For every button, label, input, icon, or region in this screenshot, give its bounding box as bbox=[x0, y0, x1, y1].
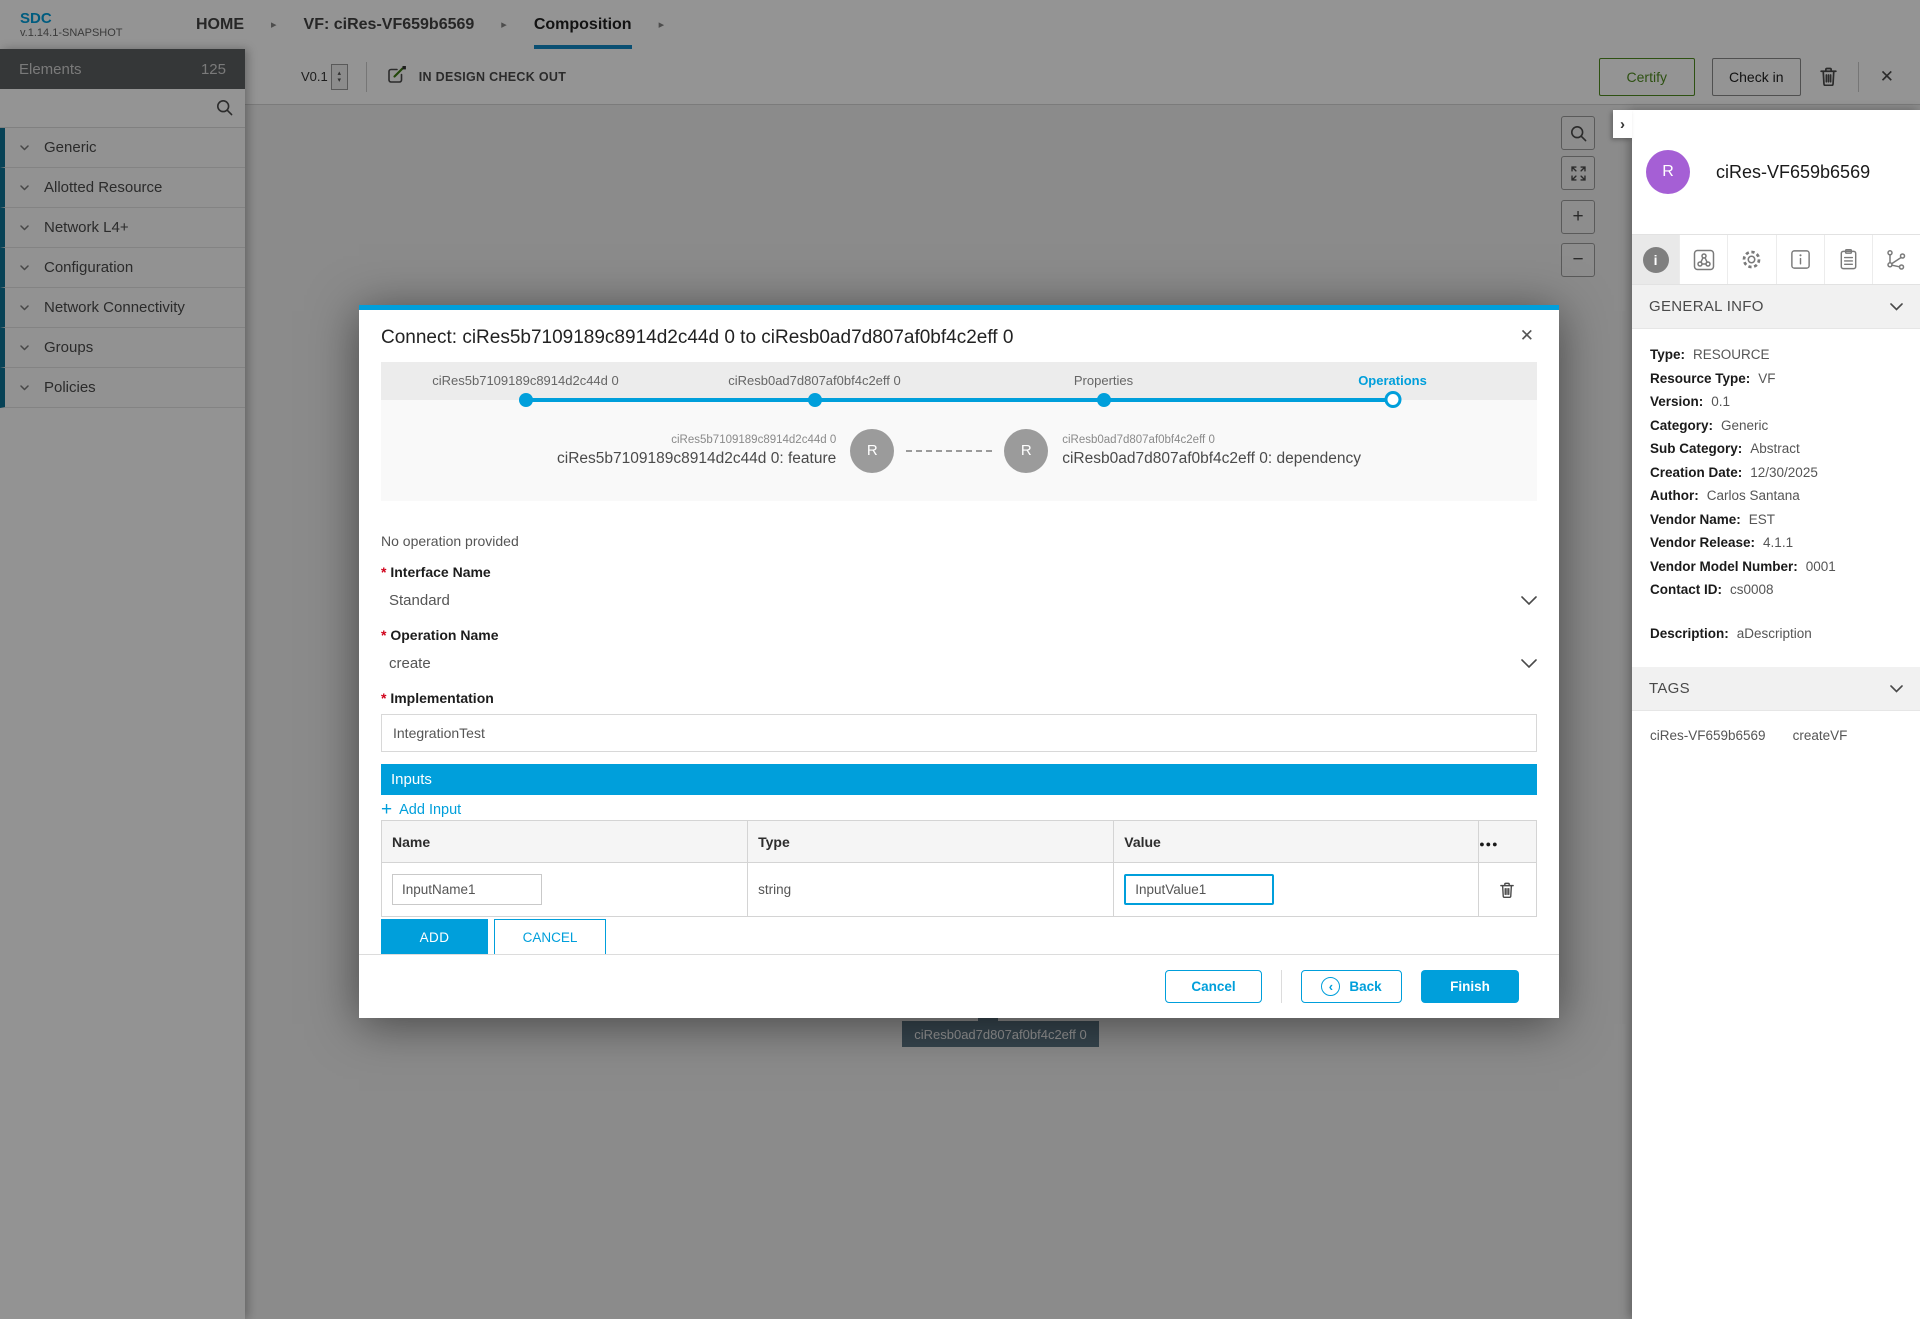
relationship-dashed-line bbox=[906, 450, 992, 452]
source-node-text: ciRes5b7109189c8914d2c44d 0 ciRes5b71091… bbox=[557, 433, 836, 468]
panel-collapse-handle[interactable]: › bbox=[1613, 110, 1632, 138]
chevron-down-icon bbox=[1521, 659, 1537, 668]
step-dot-done bbox=[808, 393, 822, 407]
cancel-row-button[interactable]: CANCEL bbox=[494, 919, 606, 956]
info-field: Version:0.1 bbox=[1650, 390, 1902, 414]
cancel-button[interactable]: Cancel bbox=[1165, 970, 1262, 1003]
general-info-section-header[interactable]: GENERAL INFO bbox=[1632, 285, 1920, 329]
inputs-table-header-row: Name Type Value ●●● bbox=[382, 821, 1537, 863]
finish-button[interactable]: Finish bbox=[1421, 970, 1519, 1003]
implementation-label: Implementation bbox=[381, 690, 1537, 707]
inputs-table: Name Type Value ●●● string bbox=[381, 820, 1537, 917]
composition-icon bbox=[1692, 248, 1716, 272]
clipboard-icon bbox=[1837, 248, 1860, 271]
back-button[interactable]: ‹ Back bbox=[1301, 970, 1402, 1003]
info-field: Contact ID:cs0008 bbox=[1650, 578, 1902, 602]
info-field: Creation Date:12/30/2025 bbox=[1650, 461, 1902, 485]
step-dot-done bbox=[519, 393, 533, 407]
no-operation-text: No operation provided bbox=[381, 533, 1537, 550]
tag-item: ciRes-VF659b6569 bbox=[1650, 728, 1766, 743]
operations-form: No operation provided Interface Name Sta… bbox=[359, 533, 1559, 956]
interface-name-label: Interface Name bbox=[381, 564, 1537, 581]
tab-information[interactable]: i bbox=[1632, 235, 1680, 284]
add-input-button[interactable]: + Add Input bbox=[381, 800, 461, 820]
trash-icon bbox=[1500, 882, 1514, 898]
tags-title: TAGS bbox=[1649, 680, 1690, 697]
tag-item: createVF bbox=[1793, 728, 1848, 743]
input-value-field[interactable] bbox=[1124, 874, 1274, 905]
step-dot-current bbox=[1384, 391, 1401, 408]
operation-name-label: Operation Name bbox=[381, 627, 1537, 644]
modal-close-button[interactable]: ✕ bbox=[1514, 325, 1540, 347]
panel-tabs: i bbox=[1632, 234, 1920, 285]
info-field: Vendor Model Number:0001 bbox=[1650, 555, 1902, 579]
general-info-list: Type:RESOURCE Resource Type:VF Version:0… bbox=[1632, 329, 1920, 645]
panel-header: R ciRes-VF659b6569 bbox=[1632, 110, 1920, 234]
column-header-value: Value bbox=[1114, 821, 1479, 863]
wizard-stepper: ciRes5b7109189c8914d2c44d 0 ciResb0ad7d8… bbox=[381, 362, 1537, 400]
info-field: Category:Generic bbox=[1650, 414, 1902, 438]
avatar: R bbox=[1646, 150, 1690, 194]
chevron-down-icon bbox=[1890, 303, 1903, 311]
menu-dots-icon: ●●● bbox=[1479, 839, 1498, 849]
relationship-diagram: ciRes5b7109189c8914d2c44d 0 ciRes5b71091… bbox=[381, 400, 1537, 501]
info-field: Type:RESOURCE bbox=[1650, 343, 1902, 367]
input-row: string bbox=[382, 863, 1537, 917]
info-field: Vendor Release:4.1.1 bbox=[1650, 531, 1902, 555]
column-header-actions: ●●● bbox=[1479, 821, 1537, 863]
operation-name-select[interactable]: create bbox=[381, 650, 1537, 676]
add-row-button[interactable]: ADD bbox=[381, 919, 488, 956]
plus-icon: + bbox=[381, 802, 392, 818]
info-field: Vendor Name:EST bbox=[1650, 508, 1902, 532]
column-header-name: Name bbox=[382, 821, 748, 863]
step-dot-done bbox=[1097, 393, 1111, 407]
general-info-title: GENERAL INFO bbox=[1649, 298, 1764, 315]
resource-name: ciRes-VF659b6569 bbox=[1716, 162, 1870, 183]
info-field: Resource Type:VF bbox=[1650, 367, 1902, 391]
tab-properties[interactable] bbox=[1777, 235, 1825, 284]
info-field: Author:Carlos Santana bbox=[1650, 484, 1902, 508]
tab-deployment-artifacts[interactable] bbox=[1680, 235, 1728, 284]
row-actions: ADD CANCEL bbox=[381, 919, 1537, 956]
connect-wizard-modal: Connect: ciRes5b7109189c8914d2c44d 0 to … bbox=[359, 305, 1559, 1018]
implementation-input[interactable] bbox=[381, 714, 1537, 752]
info-icon: i bbox=[1643, 247, 1669, 273]
input-name-field[interactable] bbox=[392, 874, 542, 905]
footer-divider bbox=[1281, 970, 1282, 1003]
tags-section-header[interactable]: TAGS bbox=[1632, 667, 1920, 711]
tab-activity-log[interactable] bbox=[1825, 235, 1873, 284]
column-header-type: Type bbox=[748, 821, 1114, 863]
gear-icon bbox=[1739, 247, 1764, 272]
target-node-text: ciResb0ad7d807af0bf4c2eff 0 ciResb0ad7d8… bbox=[1062, 433, 1361, 468]
input-type-cell: string bbox=[748, 863, 1114, 917]
target-node-icon: R bbox=[1004, 429, 1048, 473]
modal-footer: Cancel ‹ Back Finish bbox=[359, 954, 1559, 1018]
info-square-icon bbox=[1789, 248, 1812, 271]
modal-title: Connect: ciRes5b7109189c8914d2c44d 0 to … bbox=[359, 310, 1559, 362]
interface-name-select[interactable]: Standard bbox=[381, 587, 1537, 613]
delete-input-row-button[interactable] bbox=[1498, 880, 1516, 900]
graph-icon bbox=[1884, 248, 1908, 272]
chevron-down-icon bbox=[1521, 596, 1537, 605]
back-chevron-icon: ‹ bbox=[1321, 977, 1340, 996]
detail-panel: › R ciRes-VF659b6569 i bbox=[1632, 110, 1920, 1319]
tags-list: ciRes-VF659b6569 createVF bbox=[1632, 711, 1920, 760]
info-field: Sub Category:Abstract bbox=[1650, 437, 1902, 461]
sdc-app: SDC v.1.14.1-SNAPSHOT HOME ▸ VF: ciRes-V… bbox=[0, 0, 1920, 1319]
tab-settings[interactable] bbox=[1728, 235, 1776, 284]
tab-requirements-capabilities[interactable] bbox=[1873, 235, 1920, 284]
description-field: Description:aDescription bbox=[1650, 622, 1902, 646]
chevron-down-icon bbox=[1890, 685, 1903, 693]
inputs-section-header: Inputs bbox=[381, 764, 1537, 795]
stepper-progress-line bbox=[526, 398, 1393, 402]
source-node-icon: R bbox=[850, 429, 894, 473]
